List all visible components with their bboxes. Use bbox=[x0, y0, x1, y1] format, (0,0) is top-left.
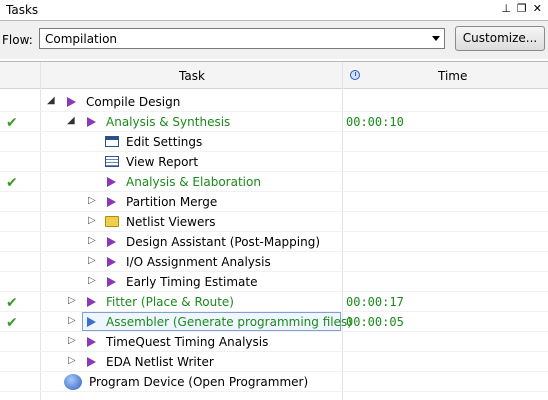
flow-toolbar: Flow: Compilation Customize... bbox=[0, 21, 548, 59]
run-task-icon[interactable] bbox=[67, 97, 76, 107]
expand-arrow-icon[interactable]: ▷ bbox=[68, 335, 76, 346]
chevron-down-icon bbox=[432, 36, 440, 41]
task-label: TimeQuest Timing Analysis bbox=[106, 335, 269, 349]
run-task-icon[interactable] bbox=[87, 317, 96, 327]
float-window-icon[interactable]: ❐ bbox=[517, 2, 527, 15]
titlebar-controls: ⊥ ❐ ✕ bbox=[501, 2, 542, 15]
expand-arrow-icon[interactable]: ▷ bbox=[68, 355, 76, 366]
task-label: Compile Design bbox=[86, 95, 181, 109]
run-task-icon[interactable] bbox=[87, 297, 96, 307]
task-label: Assembler (Generate programming files) bbox=[106, 315, 352, 329]
folder-icon bbox=[105, 216, 119, 227]
task-row[interactable]: Program Device (Open Programmer) bbox=[0, 372, 548, 392]
run-task-icon[interactable] bbox=[107, 197, 116, 207]
expand-arrow-icon[interactable]: ▷ bbox=[88, 235, 96, 246]
task-label: Partition Merge bbox=[126, 195, 218, 209]
run-task-icon[interactable] bbox=[87, 337, 96, 347]
task-row[interactable]: ▷ Partition Merge bbox=[0, 192, 548, 212]
check-icon: ✔ bbox=[6, 315, 18, 331]
task-row[interactable]: ▷ I/O Assignment Analysis bbox=[0, 252, 548, 272]
task-row[interactable]: ▷ EDA Netlist Writer bbox=[0, 352, 548, 372]
task-row[interactable]: ▷ Netlist Viewers bbox=[0, 212, 548, 232]
task-label: Edit Settings bbox=[126, 135, 203, 149]
collapse-arrow-icon[interactable]: ◢ bbox=[67, 115, 75, 126]
flow-dropdown[interactable]: Compilation bbox=[39, 28, 445, 49]
run-task-icon[interactable] bbox=[107, 277, 116, 287]
task-time: 00:00:10 bbox=[346, 115, 404, 129]
expand-arrow-icon[interactable]: ▷ bbox=[88, 275, 96, 286]
run-task-icon[interactable] bbox=[87, 357, 96, 367]
task-row[interactable]: ✔ ◢ Analysis & Synthesis 00:00:10 bbox=[0, 112, 548, 132]
customize-button[interactable]: Customize... bbox=[455, 26, 545, 51]
task-label: Early Timing Estimate bbox=[126, 275, 258, 289]
task-table: Task Time ◢ Compile Design ✔ ◢ Analysis … bbox=[0, 61, 548, 400]
task-label: Fitter (Place & Route) bbox=[106, 295, 234, 309]
task-table-header: Task Time bbox=[0, 62, 548, 89]
task-label: Program Device (Open Programmer) bbox=[89, 375, 309, 389]
task-row[interactable]: View Report bbox=[0, 152, 548, 172]
settings-window-icon[interactable] bbox=[105, 136, 119, 147]
task-row[interactable]: Edit Settings bbox=[0, 132, 548, 152]
expand-arrow-icon[interactable]: ▷ bbox=[88, 195, 96, 206]
task-row[interactable]: ▷ Early Timing Estimate bbox=[0, 272, 548, 292]
column-header-time[interactable]: Time bbox=[438, 69, 467, 83]
task-label: I/O Assignment Analysis bbox=[126, 255, 271, 269]
check-icon: ✔ bbox=[6, 115, 18, 131]
task-row-selected[interactable]: ✔ ▷ Assembler (Generate programming file… bbox=[0, 312, 548, 332]
expand-arrow-icon[interactable]: ▷ bbox=[68, 315, 76, 326]
task-label: Analysis & Elaboration bbox=[126, 175, 261, 189]
task-row[interactable]: ▷ Design Assistant (Post-Mapping) bbox=[0, 232, 548, 252]
task-time: 00:00:17 bbox=[346, 295, 404, 309]
flow-label: Flow: bbox=[2, 33, 33, 47]
task-label: EDA Netlist Writer bbox=[106, 355, 214, 369]
pin-icon[interactable]: ⊥ bbox=[501, 2, 511, 15]
task-label: Design Assistant (Post-Mapping) bbox=[126, 235, 321, 249]
panel-titlebar: Tasks ⊥ ❐ ✕ bbox=[0, 0, 548, 21]
task-row[interactable]: ◢ Compile Design bbox=[0, 92, 548, 112]
task-row[interactable]: ✔ ▷ Fitter (Place & Route) 00:00:17 bbox=[0, 292, 548, 312]
task-label: Netlist Viewers bbox=[126, 215, 216, 229]
collapse-arrow-icon[interactable]: ◢ bbox=[47, 95, 55, 106]
programmer-icon[interactable] bbox=[64, 374, 82, 390]
expand-arrow-icon[interactable]: ▷ bbox=[68, 295, 76, 306]
expand-arrow-icon[interactable]: ▷ bbox=[88, 215, 96, 226]
close-icon[interactable]: ✕ bbox=[533, 2, 542, 15]
run-task-icon[interactable] bbox=[107, 177, 116, 187]
task-label: View Report bbox=[126, 155, 199, 169]
task-row[interactable]: ▷ TimeQuest Timing Analysis bbox=[0, 332, 548, 352]
check-icon: ✔ bbox=[6, 175, 18, 191]
flow-dropdown-value: Compilation bbox=[45, 32, 118, 46]
run-task-icon[interactable] bbox=[107, 237, 116, 247]
check-icon: ✔ bbox=[6, 295, 18, 311]
clock-icon bbox=[350, 70, 360, 80]
expand-arrow-icon[interactable]: ▷ bbox=[88, 255, 96, 266]
task-row[interactable]: ✔ Analysis & Elaboration bbox=[0, 172, 548, 192]
run-task-icon[interactable] bbox=[107, 257, 116, 267]
column-header-task[interactable]: Task bbox=[179, 69, 205, 83]
panel-title: Tasks bbox=[6, 3, 39, 17]
task-label: Analysis & Synthesis bbox=[106, 115, 231, 129]
run-task-icon[interactable] bbox=[87, 117, 96, 127]
task-time: 00:00:05 bbox=[346, 315, 404, 329]
report-table-icon[interactable] bbox=[105, 156, 119, 167]
